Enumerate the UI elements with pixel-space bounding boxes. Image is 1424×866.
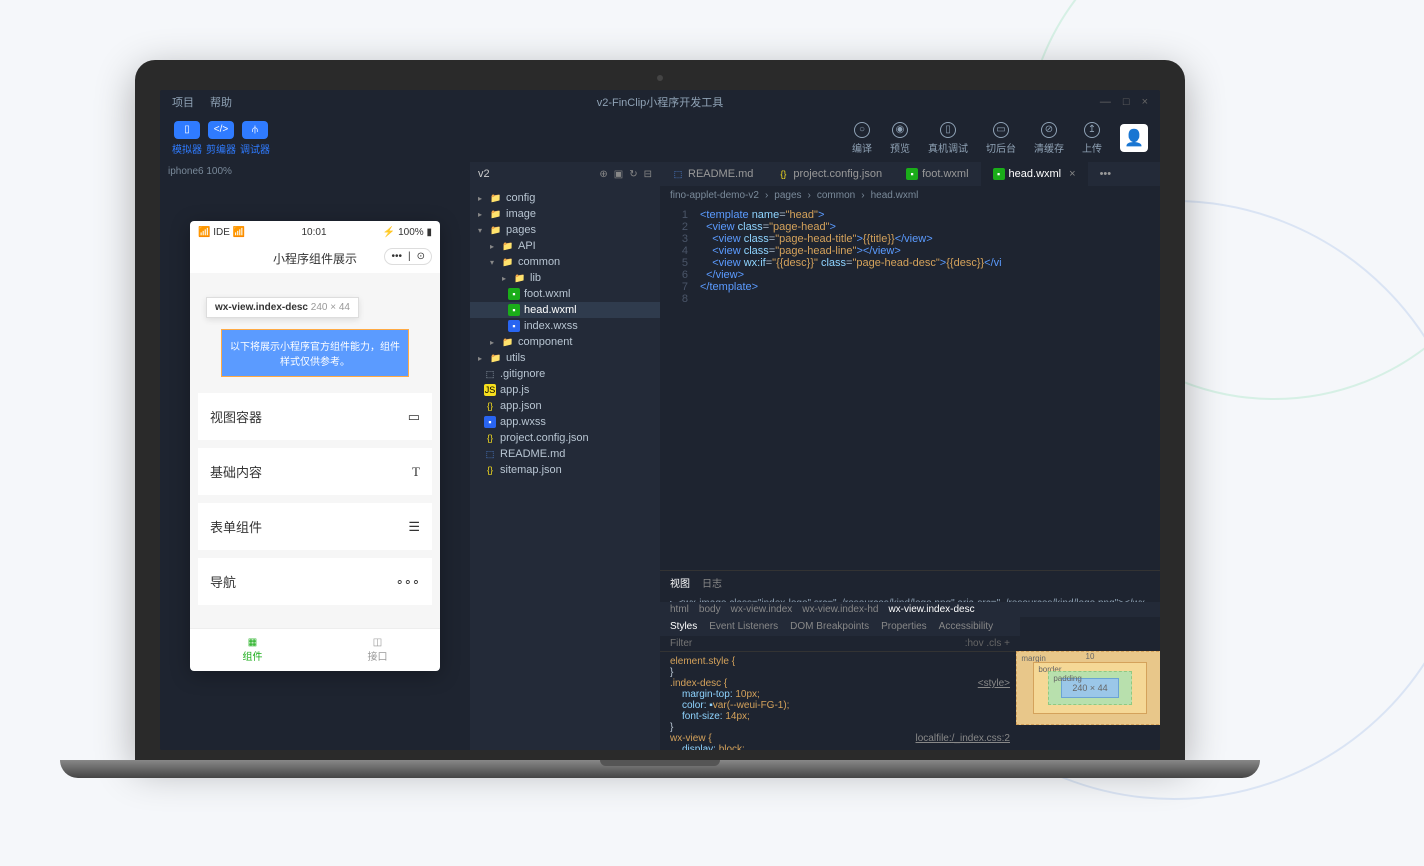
devtools-tab-view[interactable]: 视图 [670, 575, 690, 590]
tree-folder-image[interactable]: ▸📁image [470, 206, 660, 222]
tree-file-readme[interactable]: ⬚README.md [470, 446, 660, 462]
elements-panel[interactable]: ▸ <wx-image class="index-logo" src="../r… [660, 594, 1160, 602]
phone-capsule[interactable]: •••|⊙ [384, 248, 432, 265]
file-explorer: v2 ⊕ ▣ ↻ ⊟ ▸📁config ▸📁image ▾📁pages ▸📁AP… [470, 162, 660, 750]
tree-file-indexwxss[interactable]: ▪index.wxss [470, 318, 660, 334]
refresh-icon[interactable]: ↻ [629, 169, 637, 180]
tree-file-sitemap[interactable]: {}sitemap.json [470, 462, 660, 478]
tab-overflow[interactable]: ••• [1088, 162, 1124, 186]
form-icon: ☰ [408, 519, 420, 535]
tree-folder-component[interactable]: ▸📁component [470, 334, 660, 350]
inspect-tooltip: wx-view.index-desc 240 × 44 [206, 297, 359, 318]
menu-project[interactable]: 项目 [172, 94, 194, 110]
close-icon[interactable]: × [1142, 96, 1148, 108]
window-title: v2-FinClip小程序开发工具 [597, 94, 724, 110]
simulator-panel: iphone6 100% 📶 IDE 📶 10:01 ⚡ 100% ▮ 小程序组… [160, 162, 470, 750]
explorer-root: v2 [478, 168, 599, 180]
tab-foot[interactable]: ▪foot.wxml [894, 162, 980, 186]
tree-folder-pages[interactable]: ▾📁pages [470, 222, 660, 238]
list-item[interactable]: 基础内容T [198, 448, 432, 495]
phone-time: 10:01 [302, 227, 327, 238]
new-file-icon[interactable]: ⊕ [599, 169, 607, 180]
phone-signal: 📶 IDE 📶 [198, 227, 245, 238]
avatar[interactable]: 👤 [1120, 124, 1148, 152]
phone-title: 小程序组件展示 [273, 252, 357, 266]
list-item[interactable]: 表单组件☰ [198, 503, 432, 550]
tree-file-gitignore[interactable]: ⬚.gitignore [470, 366, 660, 382]
tab-head[interactable]: ▪head.wxml× [981, 162, 1088, 186]
crumb[interactable]: wx-view.index-desc [888, 604, 974, 615]
tree-folder-lib[interactable]: ▸📁lib [470, 270, 660, 286]
maximize-icon[interactable]: □ [1123, 96, 1130, 108]
list-item[interactable]: 导航∘∘∘ [198, 558, 432, 605]
mode-debugger[interactable]: ⫛调试器 [240, 121, 270, 156]
tool-cache[interactable]: ⊘清缓存 [1034, 122, 1064, 155]
add-rule-icon[interactable]: + [1004, 638, 1010, 649]
text-icon: T [412, 464, 420, 480]
tool-upload[interactable]: ↥上传 [1082, 122, 1102, 155]
box-model: margin10 border padding 240 × 44 [1020, 617, 1160, 750]
phone-tab-components[interactable]: ▦组件 [190, 629, 315, 671]
mode-editor[interactable]: </>剪编器 [206, 121, 236, 156]
menubar: 项目 帮助 v2-FinClip小程序开发工具 — □ × [160, 90, 1160, 114]
collapse-icon[interactable]: ⊟ [644, 169, 652, 180]
phone-battery: ⚡ 100% ▮ [383, 227, 432, 238]
tree-file-projectconfig[interactable]: {}project.config.json [470, 430, 660, 446]
list-item[interactable]: 视图容器▭ [198, 393, 432, 440]
crumb[interactable]: html [670, 604, 689, 615]
tab-close-icon[interactable]: × [1069, 168, 1075, 180]
tree-file-head[interactable]: ▪head.wxml [470, 302, 660, 318]
elements-breadcrumb: html body wx-view.index wx-view.index-hd… [660, 602, 1160, 617]
tab-readme[interactable]: ⬚README.md [660, 162, 765, 186]
mode-simulator[interactable]: ▯模拟器 [172, 121, 202, 156]
simulator-device: iphone6 100% [160, 162, 470, 181]
laptop-base [60, 760, 1260, 778]
tree-file-appwxss[interactable]: ▪app.wxss [470, 414, 660, 430]
nav-icon: ∘∘∘ [396, 574, 420, 590]
crumb[interactable]: wx-view.index [731, 604, 793, 615]
styles-tab-props[interactable]: Properties [881, 621, 927, 632]
tool-preview[interactable]: ◉预览 [890, 122, 910, 155]
styles-filter-input[interactable] [670, 638, 965, 649]
breadcrumb: fino-applet-demo-v2›pages›common›head.wx… [660, 186, 1160, 205]
crumb[interactable]: wx-view.index-hd [802, 604, 878, 615]
menu-help[interactable]: 帮助 [210, 94, 232, 110]
phone-tab-api[interactable]: ◫接口 [315, 629, 440, 671]
laptop-frame: 项目 帮助 v2-FinClip小程序开发工具 — □ × ▯模拟器 </>剪编… [60, 60, 1260, 820]
new-folder-icon[interactable]: ▣ [614, 169, 623, 180]
tab-projectconfig[interactable]: {}project.config.json [765, 162, 894, 186]
tree-file-appjson[interactable]: {}app.json [470, 398, 660, 414]
highlighted-element: 以下将展示小程序官方组件能力，组件样式仅供参考。 [221, 329, 409, 377]
code-editor[interactable]: 1<template name="head">2 <view class="pa… [660, 205, 1160, 570]
tool-compile[interactable]: ○编译 [852, 122, 872, 155]
app-window: 项目 帮助 v2-FinClip小程序开发工具 — □ × ▯模拟器 </>剪编… [160, 90, 1160, 750]
tree-folder-config[interactable]: ▸📁config [470, 190, 660, 206]
tree-file-appjs[interactable]: JSapp.js [470, 382, 660, 398]
tree-file-foot[interactable]: ▪foot.wxml [470, 286, 660, 302]
hov-toggle[interactable]: :hov .cls [965, 638, 1002, 649]
toolbar: ▯模拟器 </>剪编器 ⫛调试器 ○编译 ◉预览 ▯真机调试 ▭切后台 ⊘清缓存… [160, 114, 1160, 162]
devtools-tab-log[interactable]: 日志 [702, 575, 722, 590]
camera-dot [657, 75, 663, 81]
tool-remote[interactable]: ▯真机调试 [928, 122, 968, 155]
phone-simulator: 📶 IDE 📶 10:01 ⚡ 100% ▮ 小程序组件展示 •••|⊙ wx-… [190, 221, 440, 671]
tree-folder-utils[interactable]: ▸📁utils [470, 350, 660, 366]
styles-tab-dom[interactable]: DOM Breakpoints [790, 621, 869, 632]
tree-folder-common[interactable]: ▾📁common [470, 254, 660, 270]
container-icon: ▭ [408, 409, 420, 425]
styles-rules[interactable]: element.style { } .index-desc {<style> m… [660, 652, 1020, 750]
minimize-icon[interactable]: — [1100, 96, 1111, 108]
devtools: 视图日志 ▸ <wx-image class="index-logo" src=… [660, 570, 1160, 750]
tree-folder-api[interactable]: ▸📁API [470, 238, 660, 254]
crumb[interactable]: body [699, 604, 721, 615]
styles-tab-styles[interactable]: Styles [670, 621, 697, 632]
styles-tab-events[interactable]: Event Listeners [709, 621, 778, 632]
editor-tabs: ⬚README.md {}project.config.json ▪foot.w… [660, 162, 1160, 186]
tool-background[interactable]: ▭切后台 [986, 122, 1016, 155]
editor-area: ⬚README.md {}project.config.json ▪foot.w… [660, 162, 1160, 750]
styles-tab-a11y[interactable]: Accessibility [939, 621, 993, 632]
